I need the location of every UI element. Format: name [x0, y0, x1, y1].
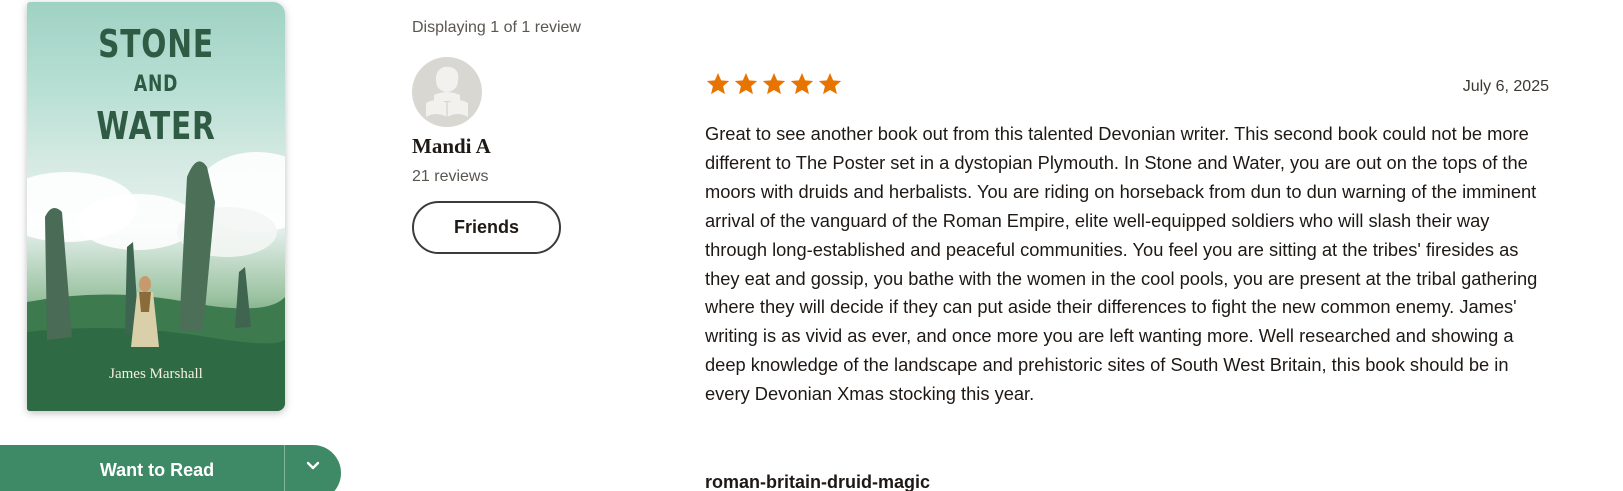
- review-count-summary: Displaying 1 of 1 review: [412, 19, 581, 36]
- star-rating: [705, 71, 843, 97]
- reviewer-avatar[interactable]: [412, 57, 482, 127]
- star-icon: [706, 72, 730, 95]
- shelf-tag[interactable]: roman-britain-druid-magic: [705, 472, 930, 491]
- book-cover[interactable]: STONE AND WATER James Marshall: [27, 2, 285, 411]
- default-avatar-icon: [426, 66, 468, 117]
- friends-button[interactable]: Friends: [412, 201, 561, 254]
- want-to-read-label: Want to Read: [99, 460, 215, 480]
- review-text: Great to see another book out from this …: [705, 123, 1538, 405]
- reviewer-name[interactable]: Mandi A: [412, 134, 491, 159]
- cover-author: James Marshall: [109, 366, 203, 382]
- star-icon: [790, 72, 814, 95]
- cover-title-line: WATER: [96, 104, 216, 148]
- want-to-read-button[interactable]: Want to Read: [0, 445, 285, 491]
- star-icon: [818, 72, 842, 95]
- book-review-page: STONE AND WATER James Marshall Want to R…: [0, 0, 1623, 491]
- review-date[interactable]: July 6, 2025: [1400, 78, 1549, 96]
- cover-title-line: AND: [133, 72, 179, 97]
- chevron-down-icon: [306, 461, 320, 470]
- want-to-read-control: Want to Read: [0, 445, 341, 491]
- reviewer-review-count: 21 reviews: [412, 168, 489, 185]
- star-icon: [734, 72, 758, 95]
- cover-title-line: STONE: [98, 22, 214, 66]
- shelf-dropdown-button[interactable]: [285, 445, 341, 491]
- star-icon: [762, 72, 786, 95]
